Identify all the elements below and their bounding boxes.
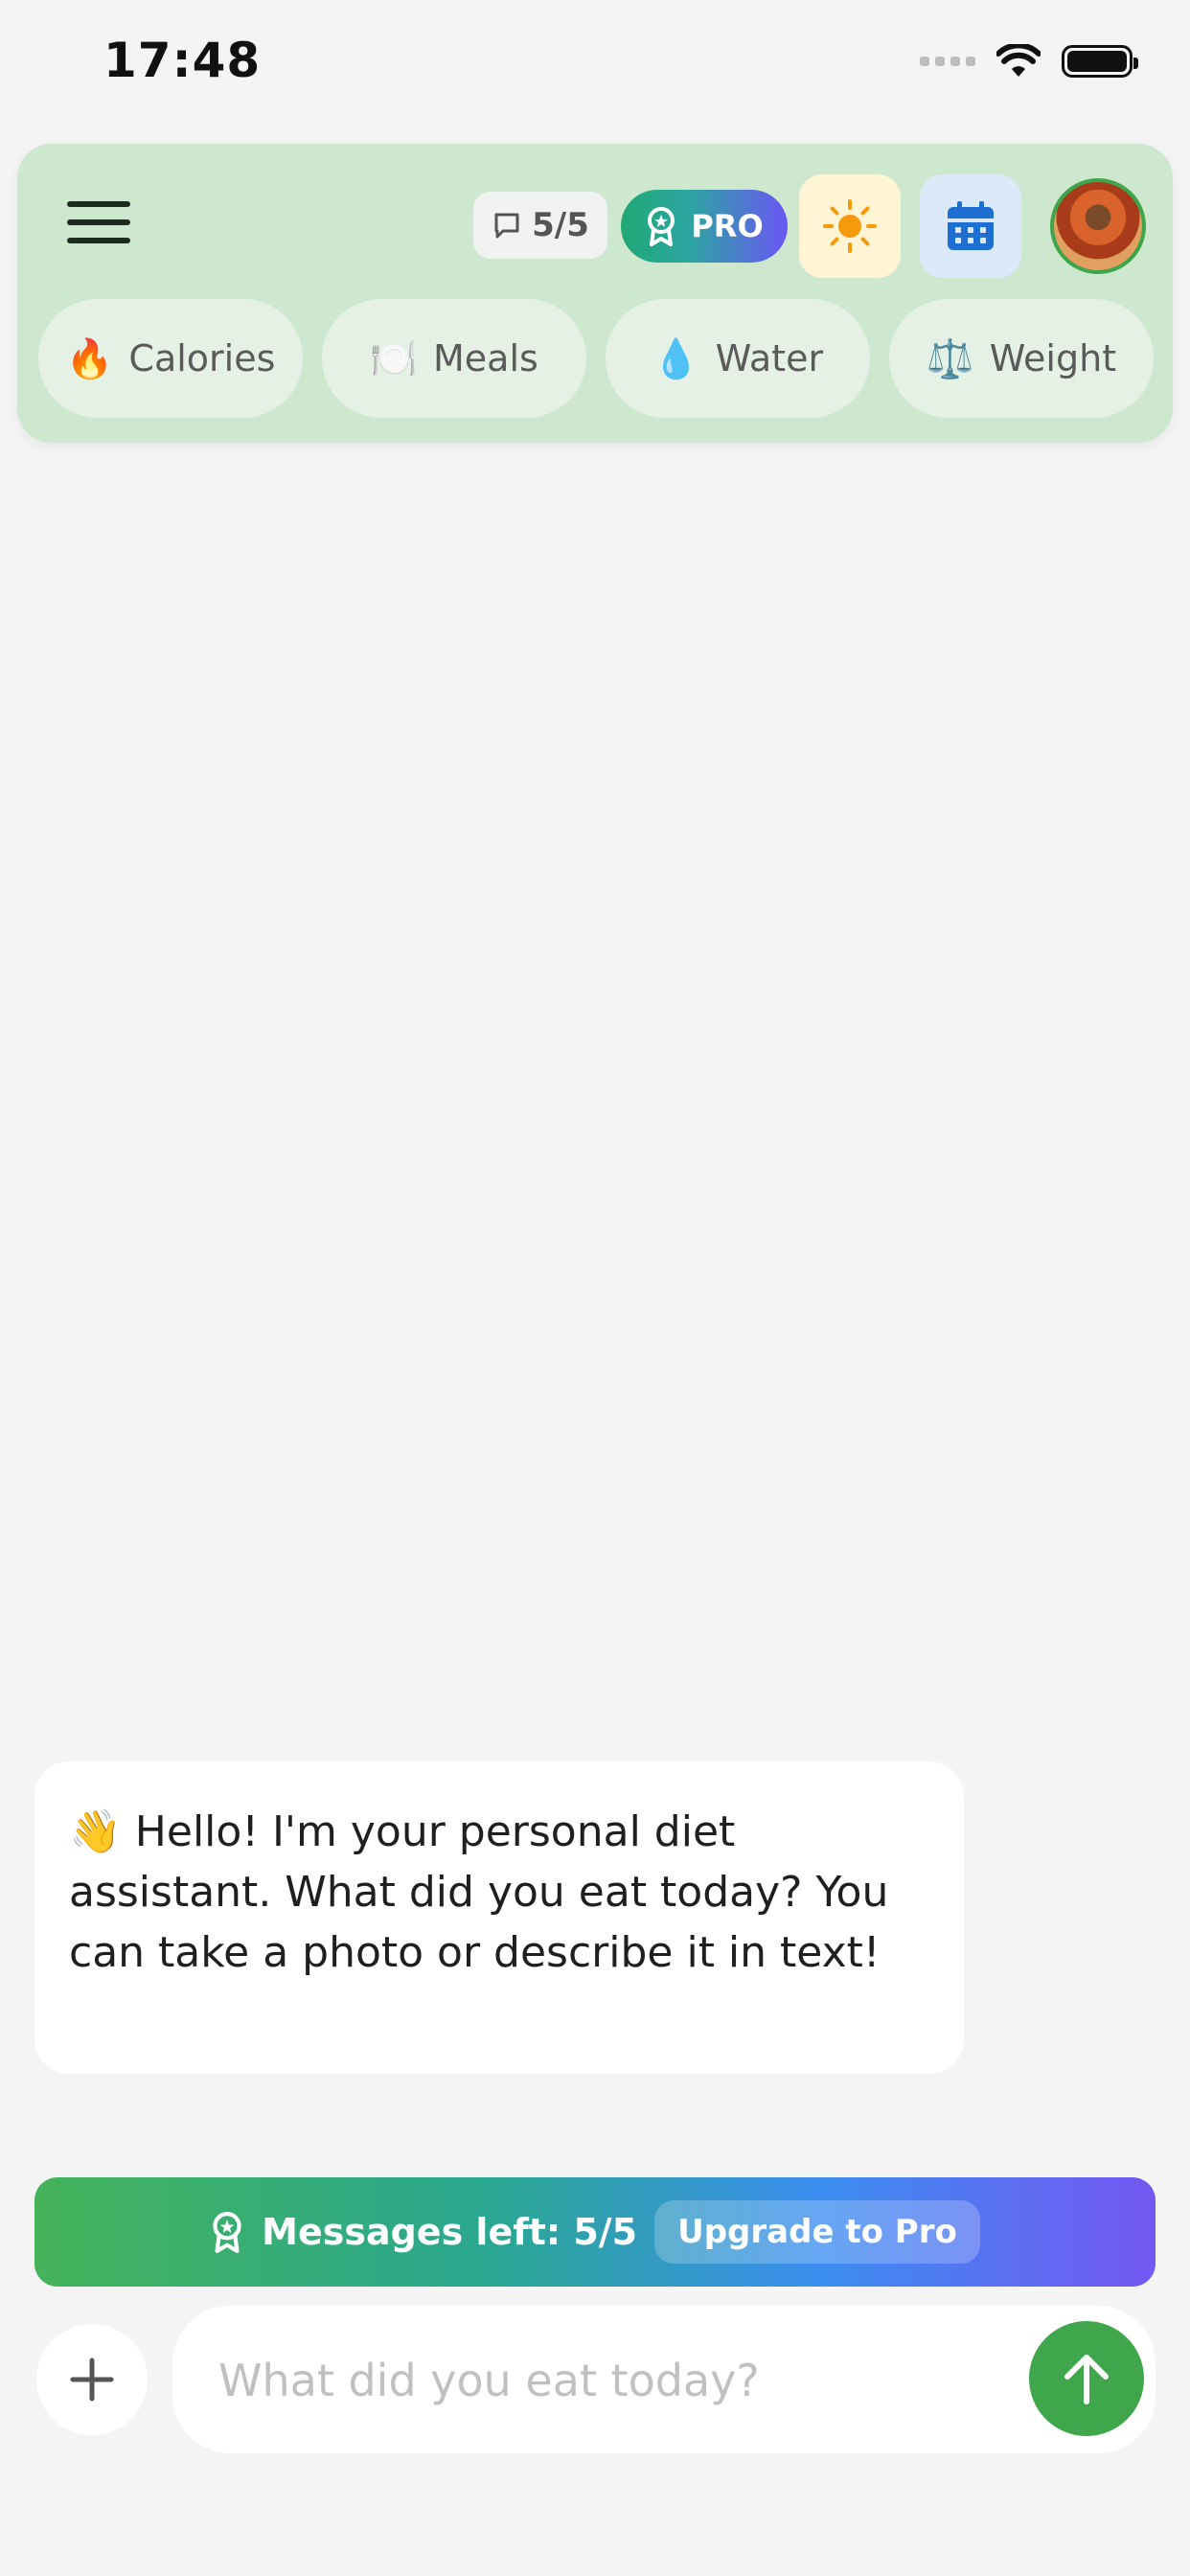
upgrade-banner: Messages left: 5/5 Upgrade to Pro [34,2177,1156,2287]
chip-label: Meals [433,337,538,380]
messages-left-text: Messages left: 5/5 [262,2211,638,2253]
battery-icon [1062,45,1138,78]
chip-meals[interactable]: 🍽️ Meals [322,299,586,418]
status-time: 17:48 [103,33,262,88]
chip-weight[interactable]: ⚖️ Weight [889,299,1154,418]
status-bar: 17:48 [0,0,1190,134]
composer [172,2306,1156,2453]
pro-button[interactable]: PRO [621,190,788,263]
message-counter-badge[interactable]: 5/5 [473,192,607,259]
theme-toggle-button[interactable] [799,174,901,278]
message-input[interactable] [217,2344,968,2417]
chip-water[interactable]: 💧 Water [606,299,870,418]
wifi-icon [996,44,1041,77]
sun-icon [823,199,877,253]
chip-label: Water [715,337,824,380]
message-counter-text: 5/5 [532,206,589,244]
chip-calories[interactable]: 🔥 Calories [38,299,303,418]
header-card: 5/5 PRO 🔥 Calories 🍽️ Meals 💧 Water ⚖️ W… [17,144,1173,443]
upgrade-to-pro-button[interactable]: Upgrade to Pro [654,2200,980,2264]
plus-icon [70,2358,114,2402]
menu-button[interactable] [67,201,130,249]
cellular-signal-icon [920,57,975,66]
chip-label: Weight [989,337,1117,380]
award-icon [213,2212,241,2253]
plate-icon: 🍽️ [370,336,418,381]
award-icon [648,207,675,246]
assistant-message-bubble: 👋 Hello! I'm your personal diet assistan… [34,1761,964,2074]
waving-hand-icon: 👋 [69,1807,122,1856]
chat-bubble-icon [494,213,519,239]
add-attachment-button[interactable] [36,2324,148,2435]
send-button[interactable] [1029,2321,1144,2436]
quick-chips: 🔥 Calories 🍽️ Meals 💧 Water ⚖️ Weight [38,299,1154,418]
calendar-button[interactable] [920,174,1021,278]
assistant-message-text: Hello! I'm your personal diet assistant.… [69,1807,889,1977]
profile-avatar[interactable] [1050,178,1146,274]
arrow-up-icon [1064,2355,1109,2404]
pro-label: PRO [691,208,764,244]
water-drop-icon: 💧 [652,336,700,381]
status-icons [920,44,1138,79]
scale-icon: ⚖️ [926,336,974,381]
calendar-icon [948,201,994,250]
chip-label: Calories [128,337,276,380]
fire-icon: 🔥 [65,336,114,381]
